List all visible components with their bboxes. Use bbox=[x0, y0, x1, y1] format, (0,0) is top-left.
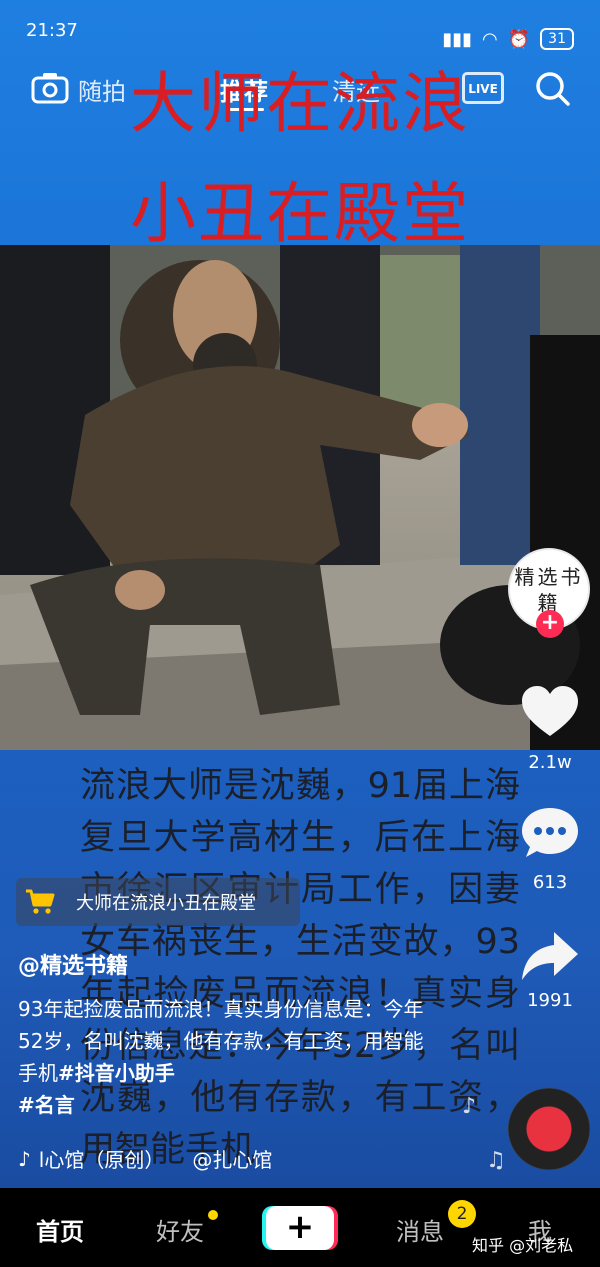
music-disc[interactable] bbox=[508, 1088, 590, 1170]
comment-count: 613 bbox=[532, 872, 568, 893]
bottom-tab-bar: 首页 好友 + 消息 2 我 知乎 @刘老私 bbox=[0, 1188, 600, 1267]
music-note-icon: ♪ bbox=[462, 1094, 477, 1119]
wifi-icon: ◠ bbox=[482, 28, 498, 50]
music-info[interactable]: ♪ l心馆（原创） @扎心馆 bbox=[18, 1144, 272, 1173]
friends-dot bbox=[208, 1210, 218, 1220]
cart-icon bbox=[16, 878, 64, 926]
tab-messages[interactable]: 消息 bbox=[396, 1212, 444, 1247]
watermark: 知乎 @刘老私 bbox=[472, 1236, 574, 1255]
follow-button[interactable]: + bbox=[536, 610, 564, 638]
music-author: @扎心馆 bbox=[192, 1148, 273, 1172]
author-name[interactable]: @精选书籍 bbox=[18, 948, 128, 980]
comment-icon[interactable] bbox=[520, 804, 580, 860]
share-icon[interactable] bbox=[520, 928, 580, 984]
heart-icon[interactable] bbox=[520, 684, 580, 740]
hashtag-helper[interactable]: #抖音小助手 bbox=[58, 1061, 175, 1085]
tab-home[interactable]: 首页 bbox=[36, 1212, 84, 1247]
create-button[interactable]: + bbox=[266, 1206, 334, 1250]
overlay-title-line2: 小丑在殿堂 bbox=[130, 175, 470, 252]
video-photo bbox=[0, 245, 600, 750]
signal-icon: ▮▮▮ bbox=[442, 28, 473, 50]
mini-link-label: 大师在流浪小丑在殿堂 bbox=[76, 893, 256, 914]
like-count: 2.1w bbox=[528, 752, 572, 773]
message-badge: 2 bbox=[448, 1200, 476, 1228]
tiktok-note-icon: ♪ bbox=[18, 1146, 31, 1171]
mini-program-link[interactable]: 大师在流浪小丑在殿堂 bbox=[16, 878, 300, 926]
music-name: l心馆（原创） bbox=[38, 1148, 165, 1172]
share-count: 1991 bbox=[527, 990, 573, 1011]
hashtag-quote[interactable]: #名言 bbox=[18, 1093, 75, 1117]
video-description: 93年起捡废品而流浪！真实身份信息是：今年52岁，名叫沈巍，他有存款，有工资，用… bbox=[18, 993, 438, 1121]
tab-friends[interactable]: 好友 bbox=[156, 1212, 204, 1247]
music-note-icon: ♫ bbox=[486, 1148, 506, 1173]
battery-icon: 31 bbox=[540, 28, 574, 50]
video-screen[interactable]: 21:37 ▮▮▮ ◠ ⏰ 31 随拍 推荐 清远 LIVE 大师在流浪 小丑在… bbox=[0, 0, 600, 1267]
alarm-icon: ⏰ bbox=[507, 28, 531, 50]
overlay-title-line1: 大师在流浪 bbox=[130, 65, 470, 142]
